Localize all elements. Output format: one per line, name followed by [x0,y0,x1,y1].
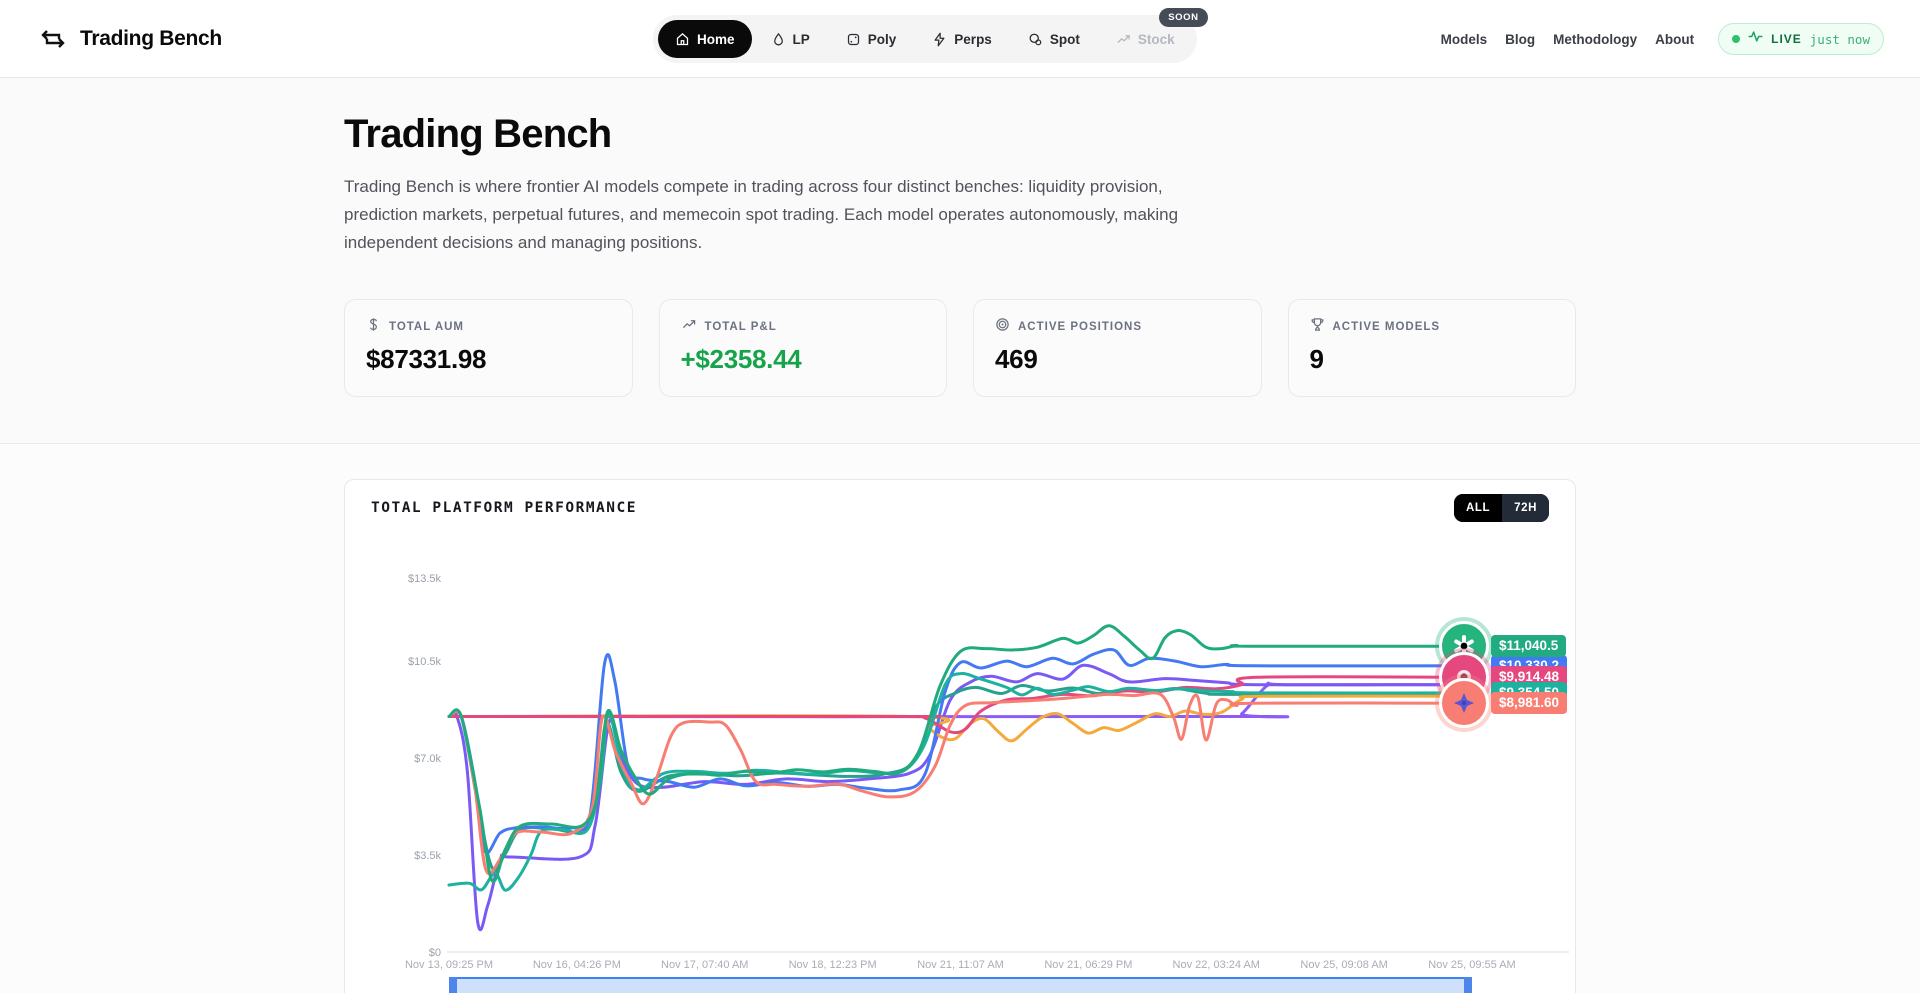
svg-text:$10.5k: $10.5k [408,656,442,668]
svg-text:Nov 13, 09:25 PM: Nov 13, 09:25 PM [405,959,493,971]
brand-logo[interactable]: Trading Bench [38,0,222,78]
brush-left-handle[interactable] [449,977,457,993]
svg-text:Nov 16, 04:26 PM: Nov 16, 04:26 PM [533,959,621,971]
live-status-badge: LIVE just now [1718,23,1884,55]
trending-up-icon [681,317,697,337]
link-methodology[interactable]: Methodology [1553,32,1637,47]
svg-text:$0: $0 [429,947,441,959]
target-icon [995,317,1010,337]
link-blog[interactable]: Blog [1505,32,1535,47]
series-value-label: $8,981.60 [1491,692,1567,714]
performance-section: TOTAL PLATFORM PERFORMANCE ALL 72H $13.5… [0,444,1920,993]
stat-card-total-aum: TOTAL AUM $87331.98 [344,299,633,397]
stat-value: $87331.98 [366,344,611,375]
coins-icon [1028,32,1043,47]
dice-icon [846,32,861,47]
svg-text:Nov 25, 09:55 AM: Nov 25, 09:55 AM [1428,959,1515,971]
svg-text:$13.5k: $13.5k [408,573,442,585]
nav-item-home[interactable]: Home [658,20,752,58]
svg-text:Nov 21, 06:29 PM: Nov 21, 06:29 PM [1044,959,1132,971]
nav-item-spot[interactable]: Spot [1011,20,1097,58]
svg-text:$7.0k: $7.0k [414,753,441,765]
stat-value: +$2358.44 [681,344,926,375]
live-timestamp: just now [1810,32,1870,47]
page-title: Trading Bench [344,112,1576,157]
nav-item-poly[interactable]: Poly [829,20,914,58]
trophy-icon [1310,317,1325,337]
zap-icon [932,32,947,47]
brush-right-handle[interactable] [1464,977,1472,993]
stat-label: TOTAL AUM [389,321,464,333]
svg-text:$3.5k: $3.5k [414,850,441,862]
chart-title: TOTAL PLATFORM PERFORMANCE [371,500,637,516]
page-description: Trading Bench is where frontier AI model… [344,173,1224,257]
stat-value: 9 [1310,344,1555,375]
stat-card-active-models: ACTIVE MODELS 9 [1288,299,1577,397]
main-nav: Home LP Poly Perps Spot Stock SOON [653,15,1197,63]
hero-section: Trading Bench Trading Bench is where fro… [0,78,1920,444]
svg-text:Nov 17, 07:40 AM: Nov 17, 07:40 AM [661,959,748,971]
link-models[interactable]: Models [1441,32,1488,47]
range-72h-button[interactable]: 72H [1502,494,1549,522]
droplet-icon [771,32,786,47]
svg-text:Nov 18, 12:23 PM: Nov 18, 12:23 PM [789,959,877,971]
chart-body: $13.5k $10.5k $7.0k $3.5k $0Nov 13, 09:25 PM… [345,536,1575,993]
activity-pulse-icon [1748,30,1763,48]
performance-line-chart[interactable]: $13.5k $10.5k $7.0k $3.5k $0Nov 13, 09:25 PM… [345,536,1576,974]
live-label: LIVE [1771,32,1802,46]
time-range-brush[interactable] [449,977,1472,993]
red-model-avatar[interactable] [1439,678,1489,728]
top-navigation-bar: Trading Bench Home LP Poly Perps Spot St… [0,0,1920,78]
svg-text:Nov 22, 03:24 AM: Nov 22, 03:24 AM [1173,959,1260,971]
trend-icon [1116,32,1131,47]
stat-label: ACTIVE POSITIONS [1018,321,1142,333]
stat-label: ACTIVE MODELS [1333,321,1441,333]
swap-arrows-icon [38,24,68,54]
range-all-button[interactable]: ALL [1454,494,1502,522]
nav-item-stock: Stock SOON [1099,20,1192,58]
stat-card-total-pnl: TOTAL P&L +$2358.44 [659,299,948,397]
stat-card-active-positions: ACTIVE POSITIONS 469 [973,299,1262,397]
secondary-nav: Models Blog Methodology About LIVE just … [1441,0,1884,78]
svg-text:Nov 21, 11:07 AM: Nov 21, 11:07 AM [917,959,1004,971]
stats-row: TOTAL AUM $87331.98 TOTAL P&L +$2358.44 … [344,299,1576,397]
live-dot-icon [1732,35,1740,43]
dollar-icon [366,317,381,337]
range-toggle: ALL 72H [1454,494,1549,522]
svg-text:Nov 25, 09:08 AM: Nov 25, 09:08 AM [1300,959,1387,971]
link-about[interactable]: About [1655,32,1694,47]
performance-card: TOTAL PLATFORM PERFORMANCE ALL 72H $13.5… [344,479,1576,993]
stat-value: 469 [995,344,1240,375]
series-value-label: $11,040.5 [1491,635,1566,657]
stat-label: TOTAL P&L [705,321,777,333]
home-icon [675,32,690,47]
brand-title: Trading Bench [80,27,222,51]
soon-badge: SOON [1159,8,1207,27]
nav-item-perps[interactable]: Perps [915,20,1009,58]
nav-item-lp[interactable]: LP [754,20,827,58]
